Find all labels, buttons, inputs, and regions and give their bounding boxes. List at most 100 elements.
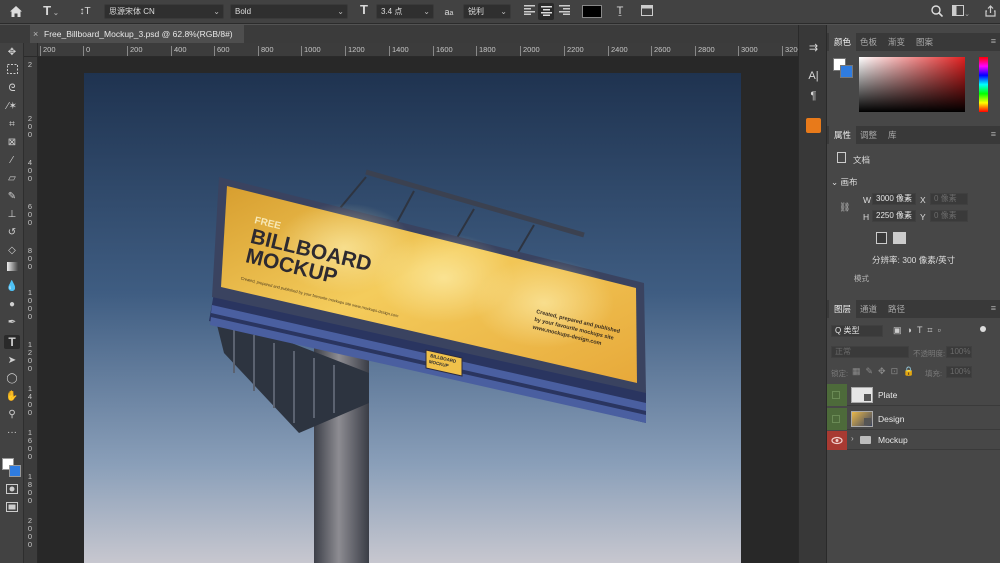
tab-layers[interactable]: 图层	[829, 300, 857, 318]
type-tool-preset-icon[interactable]: T ⌄	[40, 4, 62, 20]
anti-alias-icon: aa	[444, 7, 454, 17]
ruler-tick: 2600	[651, 46, 671, 56]
text-color-swatch[interactable]	[582, 5, 602, 18]
eye-icon[interactable]	[827, 431, 847, 450]
align-right-icon[interactable]	[557, 5, 571, 18]
layer-row-plate[interactable]: Plate	[827, 384, 1000, 406]
share-icon[interactable]	[983, 5, 997, 20]
move-tool-icon[interactable]: ✥	[4, 46, 20, 60]
visibility-toggle[interactable]	[827, 408, 847, 430]
panel-menu-icon[interactable]: ≡	[991, 36, 996, 46]
layer-name: Design	[878, 414, 905, 424]
home-icon[interactable]	[8, 5, 24, 21]
font-family-select[interactable]: 思源宋体 CN ⌄	[104, 4, 224, 19]
font-style-select[interactable]: Bold ⌄	[230, 4, 348, 19]
ruler-tick: 1600	[433, 46, 453, 56]
tab-channels[interactable]: 通道	[855, 300, 882, 318]
options-bar: T ⌄ ↕T 思源宋体 CN ⌄ Bold ⌄ T 3.4 点 ⌄ aa 锐利 ⌄ Ṯ	[0, 0, 1000, 24]
y-field[interactable]: 0 像素	[930, 210, 968, 222]
blend-mode-select[interactable]: 正常	[831, 346, 909, 358]
lasso-tool-icon[interactable]: ᘓ	[4, 82, 20, 96]
chevron-right-icon[interactable]: ›	[851, 434, 854, 443]
tab-paths[interactable]: 路径	[883, 300, 910, 318]
tab-gradients[interactable]: 渐变	[883, 33, 910, 51]
color-field[interactable]	[859, 57, 965, 112]
dodge-tool-icon[interactable]: ●	[4, 298, 20, 312]
magic-wand-tool-icon[interactable]: ⁄✶	[4, 100, 20, 114]
workspace-icon[interactable]: ⌄	[951, 5, 971, 21]
screen-mode-icon[interactable]	[4, 502, 20, 516]
filter-toggle-icon[interactable]	[980, 326, 986, 332]
search-icon[interactable]	[930, 5, 944, 20]
align-left-icon[interactable]	[522, 5, 536, 18]
ruler-tick: 400	[27, 158, 33, 183]
eyedropper-tool-icon[interactable]: ⁄	[4, 154, 20, 168]
blur-tool-icon[interactable]: 💧	[4, 280, 20, 294]
chevron-down-icon: ⌄	[337, 7, 344, 16]
path-selection-tool-icon[interactable]: ➤	[4, 354, 20, 368]
portrait-orientation-icon[interactable]	[876, 232, 887, 244]
history-panel-icon[interactable]: ⇉	[807, 42, 820, 54]
opacity-field[interactable]: 100%	[946, 346, 972, 358]
plugin-panel-icon[interactable]	[806, 118, 821, 133]
fill-field[interactable]: 100%	[946, 366, 972, 378]
layer-row-mockup[interactable]: › Mockup	[827, 431, 1000, 450]
paragraph-panel-icon[interactable]: ¶	[807, 90, 820, 102]
tab-libraries[interactable]: 库	[883, 126, 902, 144]
background-color-swatch[interactable]	[9, 465, 21, 477]
anti-alias-select[interactable]: 锐利 ⌄	[463, 4, 511, 19]
pen-tool-icon[interactable]: ✒	[4, 316, 20, 330]
brush-tool-icon[interactable]: ✎	[4, 190, 20, 204]
ruler-tick: 1800	[476, 46, 496, 56]
align-center-icon[interactable]	[538, 3, 554, 20]
hand-tool-icon[interactable]: ✋	[4, 390, 20, 404]
close-tab-icon[interactable]: ×	[33, 25, 38, 43]
marquee-tool-icon[interactable]	[4, 64, 20, 78]
width-field[interactable]: 3000 像素	[872, 193, 916, 205]
ruler-tick: 1400	[389, 46, 409, 56]
healing-brush-tool-icon[interactable]: ▱	[4, 172, 20, 186]
zoom-tool-icon[interactable]: ⚲	[4, 408, 20, 422]
y-label: Y	[920, 212, 926, 222]
layer-row-design[interactable]: Design	[827, 408, 1000, 430]
tools-panel: ✥ ᘓ ⁄✶ ⌗ ⊠ ⁄ ▱ ✎ ⊥ ↺ ◇ 💧 ● ✒ T ➤ ◯ ✋ ⚲ ·…	[0, 43, 24, 563]
character-panel-icon[interactable]: A|	[807, 70, 820, 82]
ruler-tick: 2400	[608, 46, 628, 56]
x-field[interactable]: 0 像素	[930, 193, 968, 205]
crop-tool-icon[interactable]: ⌗	[4, 118, 20, 132]
color-panel-tabs: 颜色 色板 渐变 图案 ≡	[827, 33, 1000, 51]
visibility-toggle[interactable]	[827, 384, 847, 406]
canvas-section-toggle[interactable]: ⌄ 画布	[831, 176, 858, 188]
ruler-tick: 2800	[695, 46, 715, 56]
toggle-orientation-icon[interactable]: ↕T	[78, 6, 92, 18]
link-icon[interactable]: ⛓	[839, 202, 850, 213]
more-tools-icon[interactable]: ···	[4, 426, 20, 440]
stamp-tool-icon[interactable]: ⊥	[4, 208, 20, 222]
panel-menu-icon[interactable]: ≡	[991, 303, 996, 313]
warp-text-icon[interactable]: Ṯ	[613, 5, 627, 17]
tab-adjustments[interactable]: 调整	[855, 126, 882, 144]
document-canvas[interactable]: FREE BILLBOARD MOCKUP Created, prepared …	[84, 73, 741, 563]
chevron-down-icon: ⌄	[213, 7, 220, 16]
hue-slider[interactable]	[979, 57, 988, 112]
layer-kind-filter[interactable]: Q 类型	[831, 325, 883, 337]
tab-patterns[interactable]: 图案	[911, 33, 938, 51]
type-tool-icon[interactable]: T	[4, 335, 20, 349]
character-panel-icon[interactable]	[640, 5, 654, 19]
canvas-workspace[interactable]: FREE BILLBOARD MOCKUP Created, prepared …	[38, 57, 798, 563]
gradient-tool-icon[interactable]	[4, 262, 20, 276]
landscape-orientation-icon[interactable]	[893, 232, 906, 244]
ellipse-tool-icon[interactable]: ◯	[4, 372, 20, 386]
document-tab[interactable]: × Free_Billboard_Mockup_3.psd @ 62.8%(RG…	[30, 25, 244, 43]
height-field[interactable]: 2250 像素	[872, 210, 916, 222]
font-size-select[interactable]: 3.4 点 ⌄	[376, 4, 434, 19]
frame-tool-icon[interactable]: ⊠	[4, 136, 20, 150]
tab-color[interactable]: 颜色	[829, 33, 857, 51]
tab-properties[interactable]: 属性	[829, 126, 857, 144]
panel-menu-icon[interactable]: ≡	[991, 129, 996, 139]
eraser-tool-icon[interactable]: ◇	[4, 244, 20, 258]
history-brush-tool-icon[interactable]: ↺	[4, 226, 20, 240]
tab-swatches[interactable]: 色板	[855, 33, 882, 51]
bg-color-chip[interactable]	[840, 65, 853, 78]
quick-mask-icon[interactable]	[4, 484, 20, 498]
